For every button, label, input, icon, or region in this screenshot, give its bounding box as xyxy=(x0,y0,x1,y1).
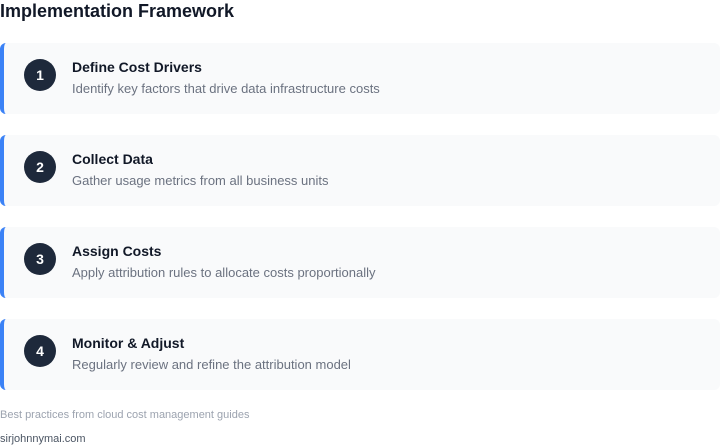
step-title: Assign Costs xyxy=(72,243,162,259)
step-description: Apply attribution rules to allocate cost… xyxy=(72,265,376,280)
step-list: 1 Define Cost Drivers Identify key facto… xyxy=(0,43,720,411)
step-title: Monitor & Adjust xyxy=(72,335,185,351)
step-number-badge: 2 xyxy=(24,151,56,183)
step-card-monitor-adjust: 4 Monitor & Adjust Regularly review and … xyxy=(0,319,720,390)
step-description: Regularly review and refine the attribut… xyxy=(72,357,351,372)
step-title: Collect Data xyxy=(72,151,153,167)
step-card-assign-costs: 3 Assign Costs Apply attribution rules t… xyxy=(0,227,720,298)
page-title: Implementation Framework xyxy=(0,1,235,21)
step-number-badge: 1 xyxy=(24,59,56,91)
source-footnote: Best practices from cloud cost managemen… xyxy=(0,409,250,421)
step-title: Define Cost Drivers xyxy=(72,59,202,75)
step-card-define-cost-drivers: 1 Define Cost Drivers Identify key facto… xyxy=(0,43,720,114)
step-card-collect-data: 2 Collect Data Gather usage metrics from… xyxy=(0,135,720,206)
step-description: Gather usage metrics from all business u… xyxy=(72,173,329,188)
step-number-badge: 4 xyxy=(24,335,56,367)
step-description: Identify key factors that drive data inf… xyxy=(72,81,380,96)
site-attribution: sirjohnnymai.com xyxy=(0,433,86,445)
step-number-badge: 3 xyxy=(24,243,56,275)
